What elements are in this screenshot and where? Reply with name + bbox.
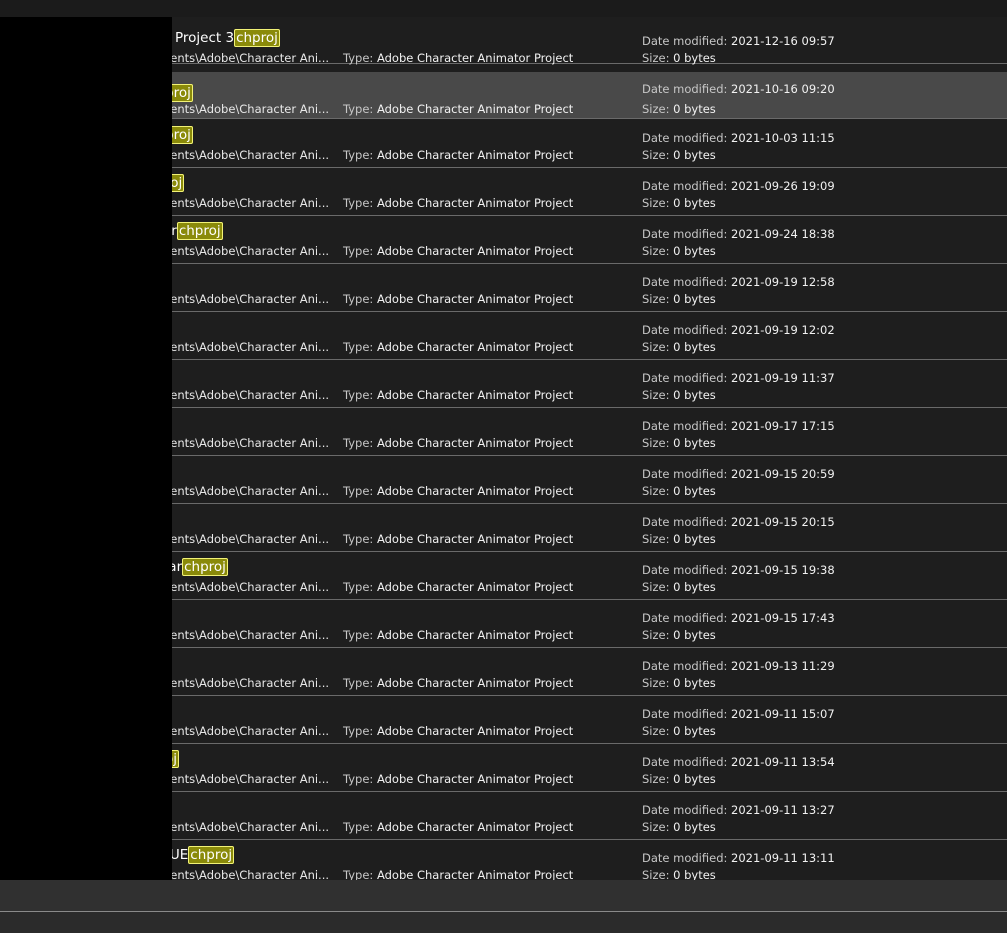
search-match-highlight: chproj — [188, 846, 235, 864]
file-type: Type: Adobe Character Animator Project — [343, 51, 574, 65]
file-type: Type: Adobe Character Animator Project — [343, 196, 574, 210]
status-bar — [0, 912, 1007, 933]
file-size: Size: 0 bytes — [642, 532, 716, 546]
file-type: Type: Adobe Character Animator Project — [343, 388, 574, 402]
file-type: Type: Adobe Character Animator Project — [343, 292, 574, 306]
file-path: nents\Adobe\Character Ani... — [163, 244, 330, 258]
file-type: Type: Adobe Character Animator Project — [343, 628, 574, 642]
file-type: Type: Adobe Character Animator Project — [343, 436, 574, 450]
date-modified: Date modified: 2021-12-16 09:57 — [642, 34, 835, 48]
date-modified: Date modified: 2021-10-03 11:15 — [642, 131, 835, 145]
file-size: Size: 0 bytes — [642, 244, 716, 258]
date-modified: Date modified: 2021-09-19 12:02 — [642, 323, 835, 337]
file-type: Type: Adobe Character Animator Project — [343, 820, 574, 834]
file-path: nents\Adobe\Character Ani... — [163, 436, 330, 450]
search-match-highlight: chproj — [176, 222, 223, 240]
file-path: nents\Adobe\Character Ani... — [163, 51, 330, 65]
file-path: nents\Adobe\Character Ani... — [163, 484, 330, 498]
date-modified: Date modified: 2021-09-11 13:54 — [642, 755, 835, 769]
file-path: nents\Adobe\Character Ani... — [163, 102, 330, 116]
file-size: Size: 0 bytes — [642, 102, 716, 116]
file-name: Project 3 chproj — [175, 29, 280, 47]
file-size: Size: 0 bytes — [642, 820, 716, 834]
date-modified: Date modified: 2021-09-15 19:38 — [642, 563, 835, 577]
file-path: nents\Adobe\Character Ani... — [163, 292, 330, 306]
date-modified: Date modified: 2021-09-11 15:07 — [642, 707, 835, 721]
date-modified: Date modified: 2021-09-11 13:11 — [642, 851, 835, 865]
file-size: Size: 0 bytes — [642, 388, 716, 402]
file-path: nents\Adobe\Character Ani... — [163, 340, 330, 354]
file-type: Type: Adobe Character Animator Project — [343, 148, 574, 162]
date-modified: Date modified: 2021-09-15 20:59 — [642, 467, 835, 481]
file-size: Size: 0 bytes — [642, 51, 716, 65]
file-path: nents\Adobe\Character Ani... — [163, 676, 330, 690]
file-type: Type: Adobe Character Animator Project — [343, 340, 574, 354]
search-match-highlight: chproj — [182, 558, 228, 576]
date-modified: Date modified: 2021-09-26 19:09 — [642, 179, 835, 193]
file-type: Type: Adobe Character Animator Project — [343, 772, 574, 786]
date-modified: Date modified: 2021-09-13 11:29 — [642, 659, 835, 673]
file-name: tar chproj — [163, 558, 228, 576]
date-modified: Date modified: 2021-09-19 12:58 — [642, 275, 835, 289]
file-path: nents\Adobe\Character Ani... — [163, 196, 330, 210]
file-size: Size: 0 bytes — [642, 148, 716, 162]
date-modified: Date modified: 2021-09-15 20:15 — [642, 515, 835, 529]
footer-bar — [0, 880, 1007, 912]
date-modified: Date modified: 2021-09-15 17:43 — [642, 611, 835, 625]
file-type: Type: Adobe Character Animator Project — [343, 484, 574, 498]
date-modified: Date modified: 2021-09-17 17:15 — [642, 419, 835, 433]
search-match-highlight: chproj — [234, 29, 280, 47]
file-path: nents\Adobe\Character Ani... — [163, 772, 330, 786]
file-size: Size: 0 bytes — [642, 196, 716, 210]
file-type: Type: Adobe Character Animator Project — [343, 676, 574, 690]
redacted-area — [0, 17, 172, 906]
file-name: LUE chproj — [163, 846, 235, 864]
top-bar — [0, 0, 1007, 18]
file-size: Size: 0 bytes — [642, 292, 716, 306]
file-size: Size: 0 bytes — [642, 340, 716, 354]
file-size: Size: 0 bytes — [642, 772, 716, 786]
date-modified: Date modified: 2021-09-19 11:37 — [642, 371, 835, 385]
file-type: Type: Adobe Character Animator Project — [343, 102, 574, 116]
file-size: Size: 0 bytes — [642, 628, 716, 642]
file-path: nents\Adobe\Character Ani... — [163, 580, 330, 594]
file-path: nents\Adobe\Character Ani... — [163, 148, 330, 162]
date-modified: Date modified: 2021-09-24 18:38 — [642, 227, 835, 241]
file-path: nents\Adobe\Character Ani... — [163, 388, 330, 402]
file-path: nents\Adobe\Character Ani... — [163, 820, 330, 834]
file-size: Size: 0 bytes — [642, 484, 716, 498]
file-path: nents\Adobe\Character Ani... — [163, 628, 330, 642]
file-size: Size: 0 bytes — [642, 436, 716, 450]
file-type: Type: Adobe Character Animator Project — [343, 244, 574, 258]
file-size: Size: 0 bytes — [642, 868, 716, 880]
file-type: Type: Adobe Character Animator Project — [343, 724, 574, 738]
file-size: Size: 0 bytes — [642, 580, 716, 594]
file-type: Type: Adobe Character Animator Project — [343, 868, 574, 880]
file-size: Size: 0 bytes — [642, 724, 716, 738]
file-path: nents\Adobe\Character Ani... — [163, 724, 330, 738]
date-modified: Date modified: 2021-09-11 13:27 — [642, 803, 835, 817]
file-size: Size: 0 bytes — [642, 676, 716, 690]
file-type: Type: Adobe Character Animator Project — [343, 580, 574, 594]
file-path: nents\Adobe\Character Ani... — [163, 868, 330, 880]
date-modified: Date modified: 2021-10-16 09:20 — [642, 82, 835, 96]
file-path: nents\Adobe\Character Ani... — [163, 532, 330, 546]
file-type: Type: Adobe Character Animator Project — [343, 532, 574, 546]
